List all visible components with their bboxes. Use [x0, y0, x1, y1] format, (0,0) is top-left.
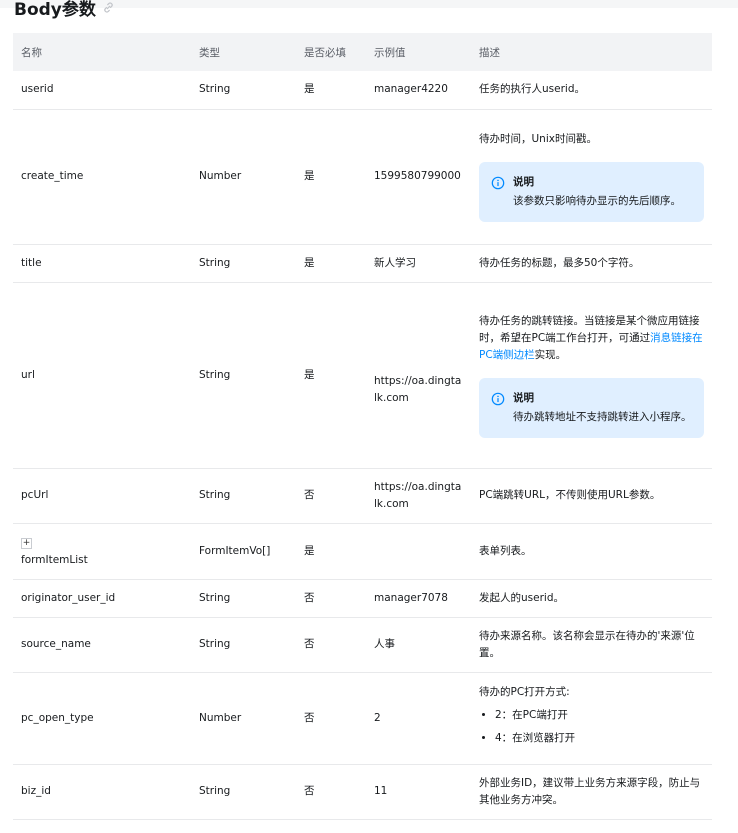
param-type: String [191, 764, 296, 820]
param-type: Number [191, 109, 296, 245]
table-header-row: 名称 类型 是否必填 示例值 描述 [13, 33, 712, 71]
param-type: String [191, 282, 296, 469]
param-required: 否 [296, 764, 366, 820]
param-type: String [191, 244, 296, 283]
col-header-type: 类型 [191, 33, 296, 71]
param-desc: 待办的PC打开方式: [479, 685, 570, 698]
expand-button[interactable]: + [21, 537, 32, 549]
link-icon[interactable] [102, 1, 115, 14]
param-type: String [191, 579, 296, 618]
param-required: 否 [296, 579, 366, 618]
param-name: source_name [13, 617, 191, 673]
col-header-name: 名称 [13, 33, 191, 71]
table-row: pc_open_type Number 否 2 待办的PC打开方式: 2：在PC… [13, 672, 712, 765]
param-example: 1599580799000 [366, 109, 471, 245]
param-desc-cell: 待办的PC打开方式: 2：在PC端打开 4：在浏览器打开 [471, 672, 712, 765]
section-title: Body参数 [14, 0, 96, 20]
param-example: 新人学习 [366, 244, 471, 283]
note-text: 待办跳转地址不支持跳转进入小程序。 [513, 410, 692, 423]
param-name-cell: + formItemList [13, 523, 191, 580]
list-item: 2：在PC端打开 [495, 707, 704, 724]
table-row: source_name String 否 人事 待办来源名称。该名称会显示在待办… [13, 617, 712, 673]
note-title: 说明 [513, 176, 534, 188]
param-name: pcUrl [13, 468, 191, 524]
col-header-required: 是否必填 [296, 33, 366, 71]
param-required: 是 [296, 71, 366, 110]
param-type: Number [191, 672, 296, 765]
param-name: create_time [13, 109, 191, 245]
param-name: pc_open_type [13, 672, 191, 765]
table-row: userid String 是 manager4220 任务的执行人userid… [13, 71, 712, 110]
list-item: 4：在浏览器打开 [495, 730, 704, 747]
info-icon [491, 392, 505, 405]
param-example: https://oa.dingtalk.com [366, 282, 471, 469]
param-required: 否 [296, 672, 366, 765]
param-desc: 待办来源名称。该名称会显示在待办的'来源'位置。 [471, 617, 712, 673]
col-header-desc: 描述 [471, 33, 712, 71]
desc-text-end: 实现。 [534, 348, 567, 361]
note-title: 说明 [513, 391, 534, 404]
param-desc: 表单列表。 [471, 523, 712, 580]
note-text: 该参数只影响待办显示的先后顺序。 [513, 195, 681, 207]
param-example [366, 523, 471, 580]
table-row: + formItemList FormItemVo[] 是 表单列表。 [13, 523, 712, 580]
param-desc: 待办时间，Unix时间戳。 [479, 133, 597, 145]
param-desc: 任务的执行人userid。 [471, 71, 712, 110]
param-type: String [191, 468, 296, 524]
table-row: create_time Number 是 1599580799000 待办时间，… [13, 109, 712, 245]
info-note: 说明 待办跳转地址不支持跳转进入小程序。 [479, 377, 704, 438]
param-example: https://oa.dingtalk.com [366, 468, 471, 524]
param-desc: 发起人的userid。 [471, 579, 712, 618]
param-desc-cell: 待办时间，Unix时间戳。 说明 该参数只影响待办显示的先后顺序。 [471, 109, 712, 245]
param-required: 是 [296, 244, 366, 283]
param-name: formItemList [21, 553, 88, 566]
param-example: 11 [366, 764, 471, 820]
param-name: biz_id [13, 764, 191, 820]
info-note: 说明 该参数只影响待办显示的先后顺序。 [479, 162, 704, 222]
param-desc-cell: 待办任务的跳转链接。当链接是某个微应用链接时，希望在PC端工作台打开，可通过消息… [471, 282, 712, 469]
params-table: 名称 类型 是否必填 示例值 描述 userid String 是 manage… [13, 33, 712, 820]
param-required: 是 [296, 282, 366, 469]
param-type: String [191, 71, 296, 110]
param-name: url [13, 282, 191, 469]
param-desc: 外部业务ID，建议带上业务方来源字段，防止与其他业务方冲突。 [471, 764, 712, 820]
param-example: manager7078 [366, 579, 471, 618]
param-example: 2 [366, 672, 471, 765]
section-heading: Body参数 [14, 0, 115, 20]
option-list: 2：在PC端打开 4：在浏览器打开 [479, 707, 704, 747]
param-name: userid [13, 71, 191, 110]
param-type: String [191, 617, 296, 673]
param-required: 否 [296, 617, 366, 673]
param-desc: PC端跳转URL，不传则使用URL参数。 [471, 468, 712, 524]
table-row: url String 是 https://oa.dingtalk.com 待办任… [13, 282, 712, 469]
param-type: FormItemVo[] [191, 523, 296, 580]
param-required: 是 [296, 523, 366, 580]
param-desc: 待办任务的标题，最多50个字符。 [471, 244, 712, 283]
table-row: originator_user_id String 否 manager7078 … [13, 579, 712, 618]
param-required: 否 [296, 468, 366, 524]
param-required: 是 [296, 109, 366, 245]
param-example: manager4220 [366, 71, 471, 110]
table-row: biz_id String 否 11 外部业务ID，建议带上业务方来源字段，防止… [13, 764, 712, 820]
col-header-example: 示例值 [366, 33, 471, 71]
param-desc: 待办任务的跳转链接。当链接是某个微应用链接时，希望在PC端工作台打开，可通过消息… [479, 313, 704, 364]
table-row: pcUrl String 否 https://oa.dingtalk.com P… [13, 468, 712, 524]
info-icon [491, 176, 505, 190]
param-example: 人事 [366, 617, 471, 673]
table-row: title String 是 新人学习 待办任务的标题，最多50个字符。 [13, 244, 712, 283]
param-name: originator_user_id [13, 579, 191, 618]
param-name: title [13, 244, 191, 283]
